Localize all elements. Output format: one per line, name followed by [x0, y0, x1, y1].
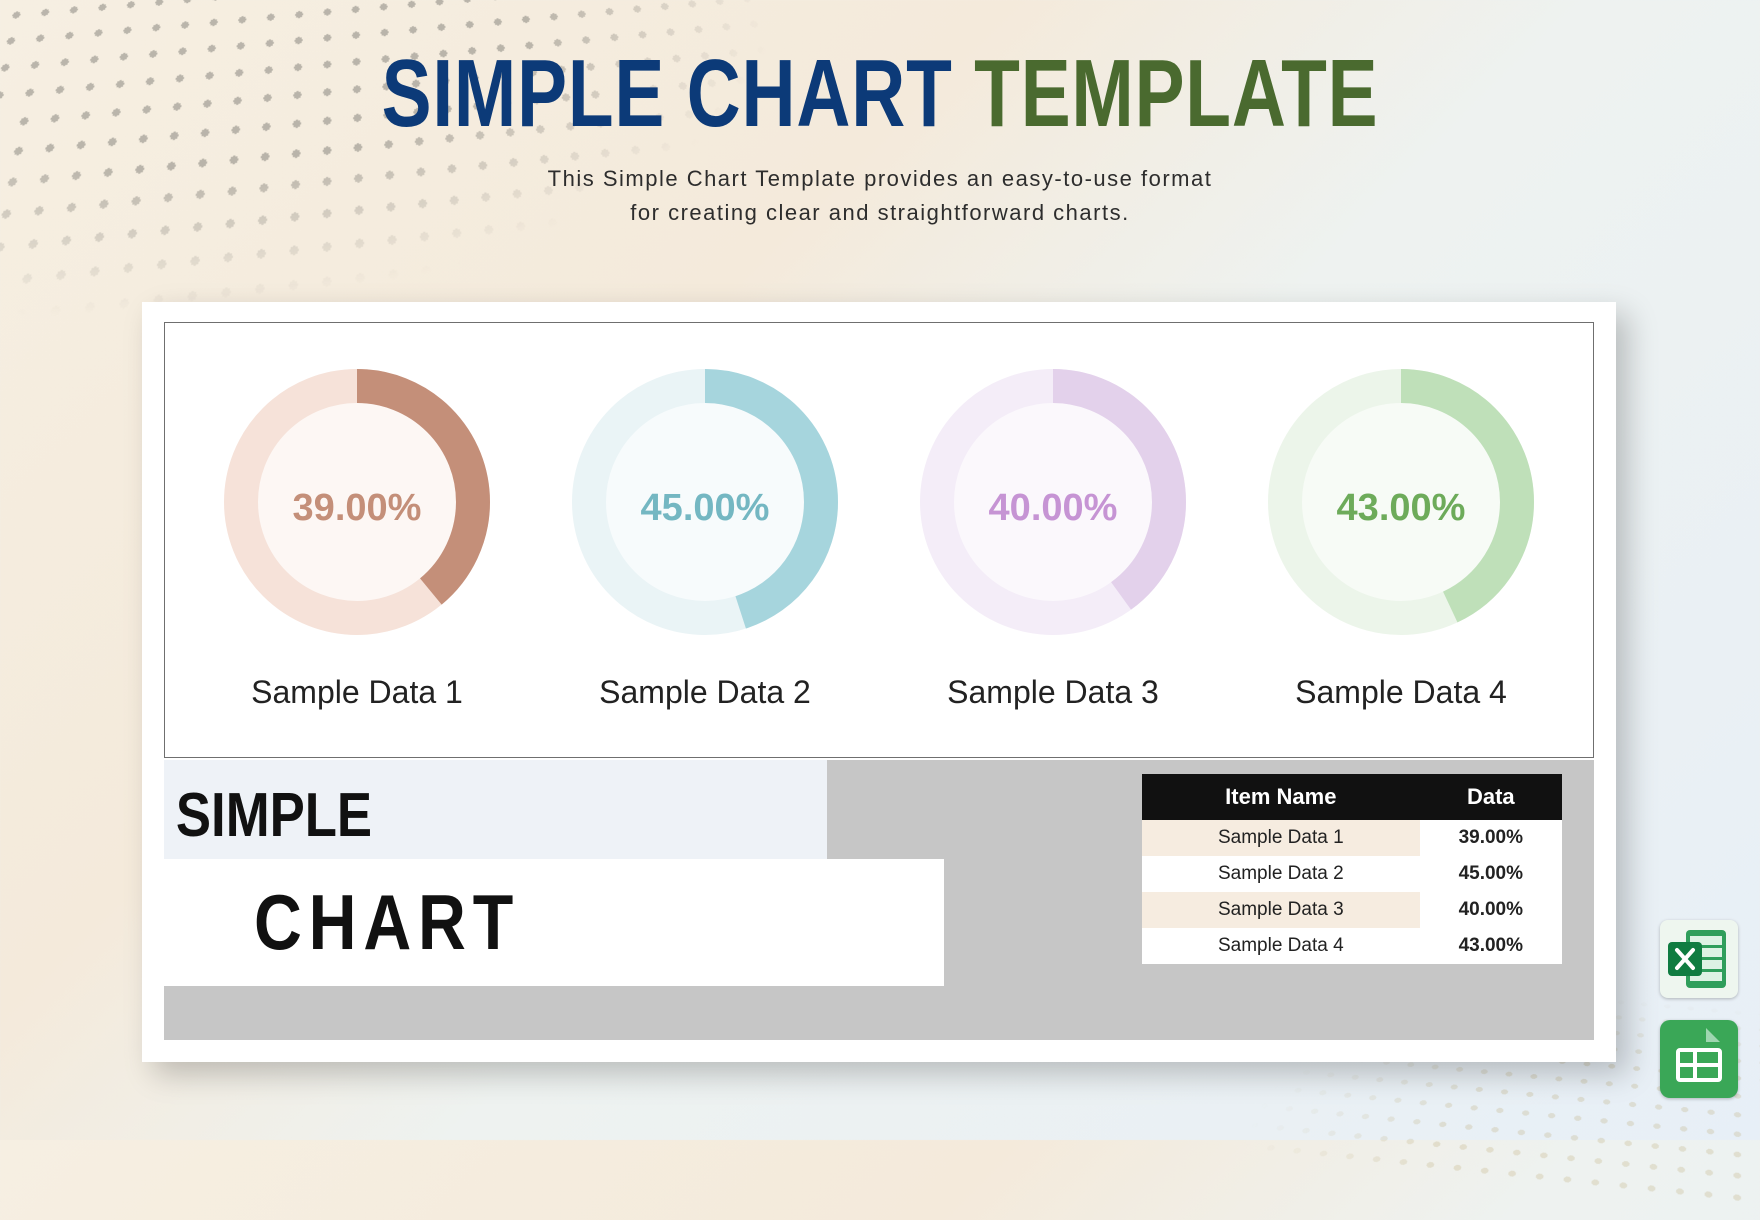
gauge-2-label: Sample Data 2: [540, 674, 870, 711]
gauge-4: 43.00% Sample Data 4: [1236, 352, 1566, 758]
table-cell-data: 45.00%: [1420, 856, 1562, 892]
page-title: SIMPLE CHART TEMPLATE: [194, 46, 1567, 142]
gauge-1-value: 39.00%: [293, 487, 422, 529]
label-simple: SIMPLE: [164, 760, 827, 859]
bottom-band: SIMPLE CHART Item Name Data Sample Data …: [164, 760, 1594, 1040]
table-cell-name: Sample Data 2: [1142, 856, 1420, 892]
title-part-2: TEMPLATE: [974, 40, 1378, 147]
data-table: Item Name Data Sample Data 1 39.00% Samp…: [1142, 774, 1562, 964]
table-cell-name: Sample Data 1: [1142, 820, 1420, 856]
label-chart: CHART: [254, 877, 841, 968]
label-box: SIMPLE CHART: [164, 760, 944, 1040]
excel-icon: [1660, 920, 1738, 998]
gauges-row: 39.00% Sample Data 1 45.00% Sample Data …: [164, 322, 1594, 758]
app-icons: [1660, 920, 1738, 1098]
google-sheets-icon: [1660, 1020, 1738, 1098]
subtitle-line-1: This Simple Chart Template provides an e…: [548, 166, 1213, 191]
gauge-3-svg: 40.00%: [903, 352, 1203, 652]
template-card: 39.00% Sample Data 1 45.00% Sample Data …: [142, 302, 1616, 1062]
gauge-1-label: Sample Data 1: [192, 674, 522, 711]
gauge-3-label: Sample Data 3: [888, 674, 1218, 711]
gauge-1-svg: 39.00%: [207, 352, 507, 652]
label-chart-wrap: CHART: [164, 859, 944, 986]
gauge-4-svg: 43.00%: [1251, 352, 1551, 652]
table-row: Sample Data 1 39.00%: [1142, 820, 1562, 856]
gauge-2: 45.00% Sample Data 2: [540, 352, 870, 758]
table-cell-name: Sample Data 3: [1142, 892, 1420, 928]
table-row: Sample Data 4 43.00%: [1142, 928, 1562, 964]
gauge-3-value: 40.00%: [989, 487, 1118, 529]
table-row: Sample Data 3 40.00%: [1142, 892, 1562, 928]
table-cell-data: 40.00%: [1420, 892, 1562, 928]
gauge-2-value: 45.00%: [641, 487, 770, 529]
gauge-4-value: 43.00%: [1337, 487, 1466, 529]
gauge-3: 40.00% Sample Data 3: [888, 352, 1218, 758]
data-table-header-item: Item Name: [1142, 774, 1420, 820]
gauge-1: 39.00% Sample Data 1: [192, 352, 522, 758]
table-cell-data: 39.00%: [1420, 820, 1562, 856]
table-cell-data: 43.00%: [1420, 928, 1562, 964]
subtitle-line-2: for creating clear and straightforward c…: [630, 200, 1129, 225]
table-row: Sample Data 2 45.00%: [1142, 856, 1562, 892]
page-subtitle: This Simple Chart Template provides an e…: [0, 162, 1760, 230]
gauge-4-label: Sample Data 4: [1236, 674, 1566, 711]
data-table-header-data: Data: [1420, 774, 1562, 820]
label-rest: [164, 986, 944, 1040]
title-part-1: SIMPLE CHART: [382, 40, 953, 147]
gauge-2-svg: 45.00%: [555, 352, 855, 652]
table-cell-name: Sample Data 4: [1142, 928, 1420, 964]
title-block: SIMPLE CHART TEMPLATE This Simple Chart …: [0, 0, 1760, 230]
